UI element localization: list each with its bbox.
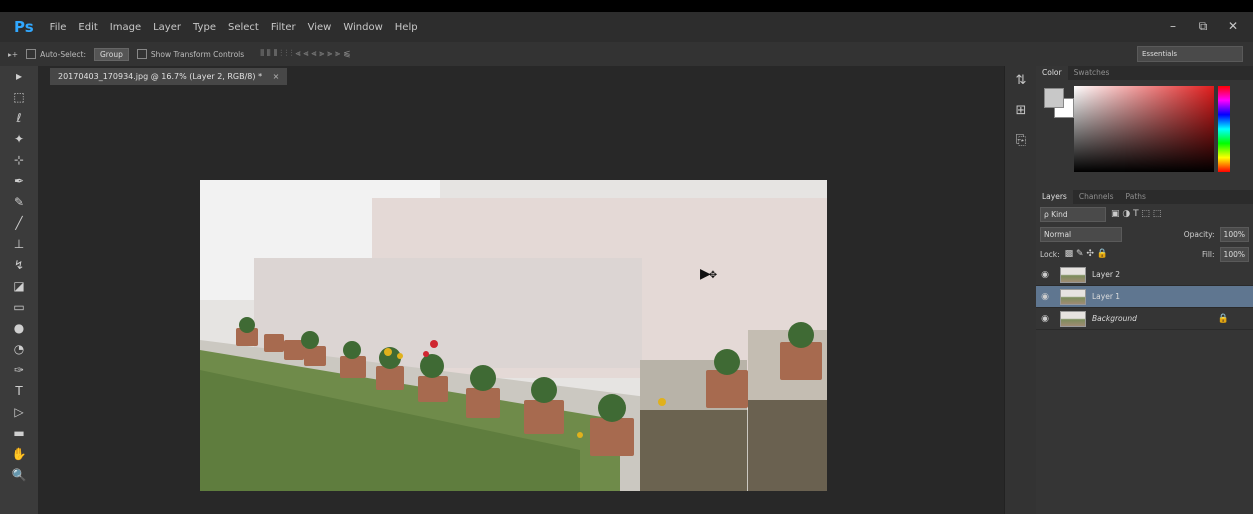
fill-field[interactable]: 100% — [1219, 246, 1249, 262]
layers-panel-tabs: Layers Channels Paths — [1036, 190, 1253, 204]
magic-wand-tool-icon[interactable]: ✦ — [0, 129, 38, 150]
layer-filter-icons[interactable]: ▣ ◑ T ⬚ ⬚ — [1111, 209, 1161, 219]
dodge-tool-icon[interactable]: ◔ — [0, 339, 38, 360]
restore-button[interactable]: ⧉ — [1191, 16, 1215, 36]
menu-help[interactable]: Help — [395, 22, 418, 33]
color-panel — [1036, 80, 1253, 180]
transform-controls-option[interactable]: Show Transform Controls — [136, 49, 245, 59]
layer-lock-icon: 🔒 — [1217, 313, 1229, 324]
layer-thumbnail — [1060, 266, 1086, 283]
layer-thumbnail — [1060, 288, 1086, 305]
tools-panel: ▸ ⬚ ℓ ✦ ⊹ ✒ ✎ ╱ ⊥ ↯ ◪ ▭ ● ◔ ✑ T ▷ ▬ ✋ 🔍 — [0, 66, 39, 514]
visibility-eye-icon[interactable]: ◉ — [1036, 314, 1054, 324]
lasso-tool-icon[interactable]: ℓ — [0, 108, 38, 129]
healing-brush-tool-icon[interactable]: ✎ — [0, 192, 38, 213]
layer-row[interactable]: ◉ Layer 2 — [1036, 264, 1253, 286]
hand-tool-icon[interactable]: ✋ — [0, 444, 38, 465]
blend-row: Normal Opacity: 100% — [1036, 224, 1253, 244]
menu-select[interactable]: Select — [228, 22, 259, 33]
workspace-switcher[interactable]: Essentials — [1137, 46, 1243, 62]
layer-name: Background — [1092, 314, 1137, 323]
menu-window[interactable]: Window — [343, 22, 382, 33]
hue-slider[interactable] — [1218, 86, 1230, 172]
gradient-tool-icon[interactable]: ▭ — [0, 297, 38, 318]
clone-stamp-tool-icon[interactable]: ⊥ — [0, 234, 38, 255]
tab-color[interactable]: Color — [1036, 66, 1068, 80]
visibility-eye-icon[interactable]: ◉ — [1036, 270, 1054, 280]
menu-layer[interactable]: Layer — [153, 22, 181, 33]
auto-select-option[interactable]: Auto-Select: — [26, 49, 86, 59]
options-bar: ▸+ Auto-Select: Group Show Transform Con… — [0, 42, 1253, 67]
layer-thumbnail — [1060, 310, 1086, 327]
color-spectrum[interactable] — [1074, 86, 1214, 172]
tab-layers[interactable]: Layers — [1036, 190, 1073, 204]
document-tab-title: 20170403_170934.jpg @ 16.7% (Layer 2, RG… — [58, 72, 263, 81]
panel-dock-strip: ⇅ ⊞ ⎘ — [1004, 66, 1037, 514]
fill-label: Fill: — [1202, 249, 1215, 259]
document-canvas-image[interactable] — [200, 180, 827, 491]
layer-filter-row: ρ Kind ▣ ◑ T ⬚ ⬚ — [1036, 204, 1253, 224]
brush-tool-icon[interactable]: ╱ — [0, 213, 38, 234]
menu-type[interactable]: Type — [193, 22, 216, 33]
minimize-button[interactable]: – — [1161, 16, 1185, 36]
lock-row: Lock: ▩ ✎ ✣ 🔒 Fill: 100% — [1036, 244, 1253, 264]
layer-name: Layer 1 — [1092, 292, 1121, 301]
right-panels: Color Swatches Layers Channels Paths ρ K… — [1036, 66, 1253, 514]
move-tool-preset[interactable]: ▸+ — [8, 50, 18, 59]
properties-panel-icon[interactable]: ⊞ — [1005, 96, 1037, 126]
move-tool-icon[interactable]: ▸ — [0, 66, 38, 87]
pen-tool-icon[interactable]: ✑ — [0, 360, 38, 381]
history-brush-tool-icon[interactable]: ↯ — [0, 255, 38, 276]
color-panel-tabs: Color Swatches — [1036, 66, 1253, 80]
lock-icons[interactable]: ▩ ✎ ✣ 🔒 — [1065, 249, 1108, 259]
menu-view[interactable]: View — [308, 22, 332, 33]
type-tool-icon[interactable]: T — [0, 381, 38, 402]
menu-bar: Ps File Edit Image Layer Type Select Fil… — [0, 12, 1253, 42]
photoshop-logo: Ps — [14, 18, 34, 36]
move-cursor-icon: ▶✥ — [700, 266, 717, 282]
eraser-tool-icon[interactable]: ◪ — [0, 276, 38, 297]
close-button[interactable]: ✕ — [1221, 16, 1245, 36]
tab-swatches[interactable]: Swatches — [1068, 66, 1116, 80]
document-tab-bar: 20170403_170934.jpg @ 16.7% (Layer 2, RG… — [38, 66, 1004, 85]
opacity-label: Opacity: — [1183, 229, 1215, 239]
align-distribute-icons[interactable]: ⫴ ⫴ ⫴ ⫶ ⫶ ⫶ ⫷ ⫷ ⫷ ⫸ ⫸ ⫸ ⫹ — [260, 49, 350, 59]
crop-tool-icon[interactable]: ⊹ — [0, 150, 38, 171]
zoom-tool-icon[interactable]: 🔍 — [0, 465, 38, 486]
menu-file[interactable]: File — [50, 22, 67, 33]
auto-select-label: Auto-Select: — [40, 49, 86, 59]
window-controls: – ⧉ ✕ — [1161, 16, 1245, 36]
merged-photo-layers — [200, 180, 827, 491]
lock-label: Lock: — [1040, 249, 1060, 259]
menu-image[interactable]: Image — [110, 22, 141, 33]
layer-row[interactable]: ◉ Layer 1 — [1036, 286, 1253, 308]
adjustments-panel-icon[interactable]: ⎘ — [1005, 126, 1037, 156]
layer-row[interactable]: ◉ Background 🔒 — [1036, 308, 1253, 330]
foreground-color-swatch[interactable] — [1044, 88, 1064, 108]
layer-kind-filter[interactable]: ρ Kind — [1040, 206, 1106, 222]
document-tab[interactable]: 20170403_170934.jpg @ 16.7% (Layer 2, RG… — [50, 68, 288, 85]
auto-select-target-dropdown[interactable]: Group — [94, 47, 129, 61]
tab-paths[interactable]: Paths — [1120, 190, 1152, 204]
blend-mode-select[interactable]: Normal — [1040, 226, 1122, 242]
history-panel-icon[interactable]: ⇅ — [1005, 66, 1037, 96]
layer-name: Layer 2 — [1092, 270, 1121, 279]
rectangle-tool-icon[interactable]: ▬ — [0, 423, 38, 444]
menu-edit[interactable]: Edit — [78, 22, 97, 33]
transform-controls-label: Show Transform Controls — [150, 49, 245, 59]
tab-channels[interactable]: Channels — [1073, 190, 1120, 204]
close-tab-icon[interactable]: × — [273, 72, 280, 81]
marquee-tool-icon[interactable]: ⬚ — [0, 87, 38, 108]
visibility-eye-icon[interactable]: ◉ — [1036, 292, 1054, 302]
transform-controls-checkbox[interactable] — [136, 49, 147, 59]
cursor-move-glyph: ✥ — [708, 270, 718, 281]
menu-filter[interactable]: Filter — [271, 22, 296, 33]
auto-select-checkbox[interactable] — [26, 49, 37, 59]
opacity-field[interactable]: 100% — [1219, 226, 1249, 242]
blur-tool-icon[interactable]: ● — [0, 318, 38, 339]
path-selection-tool-icon[interactable]: ▷ — [0, 402, 38, 423]
eyedropper-tool-icon[interactable]: ✒ — [0, 171, 38, 192]
